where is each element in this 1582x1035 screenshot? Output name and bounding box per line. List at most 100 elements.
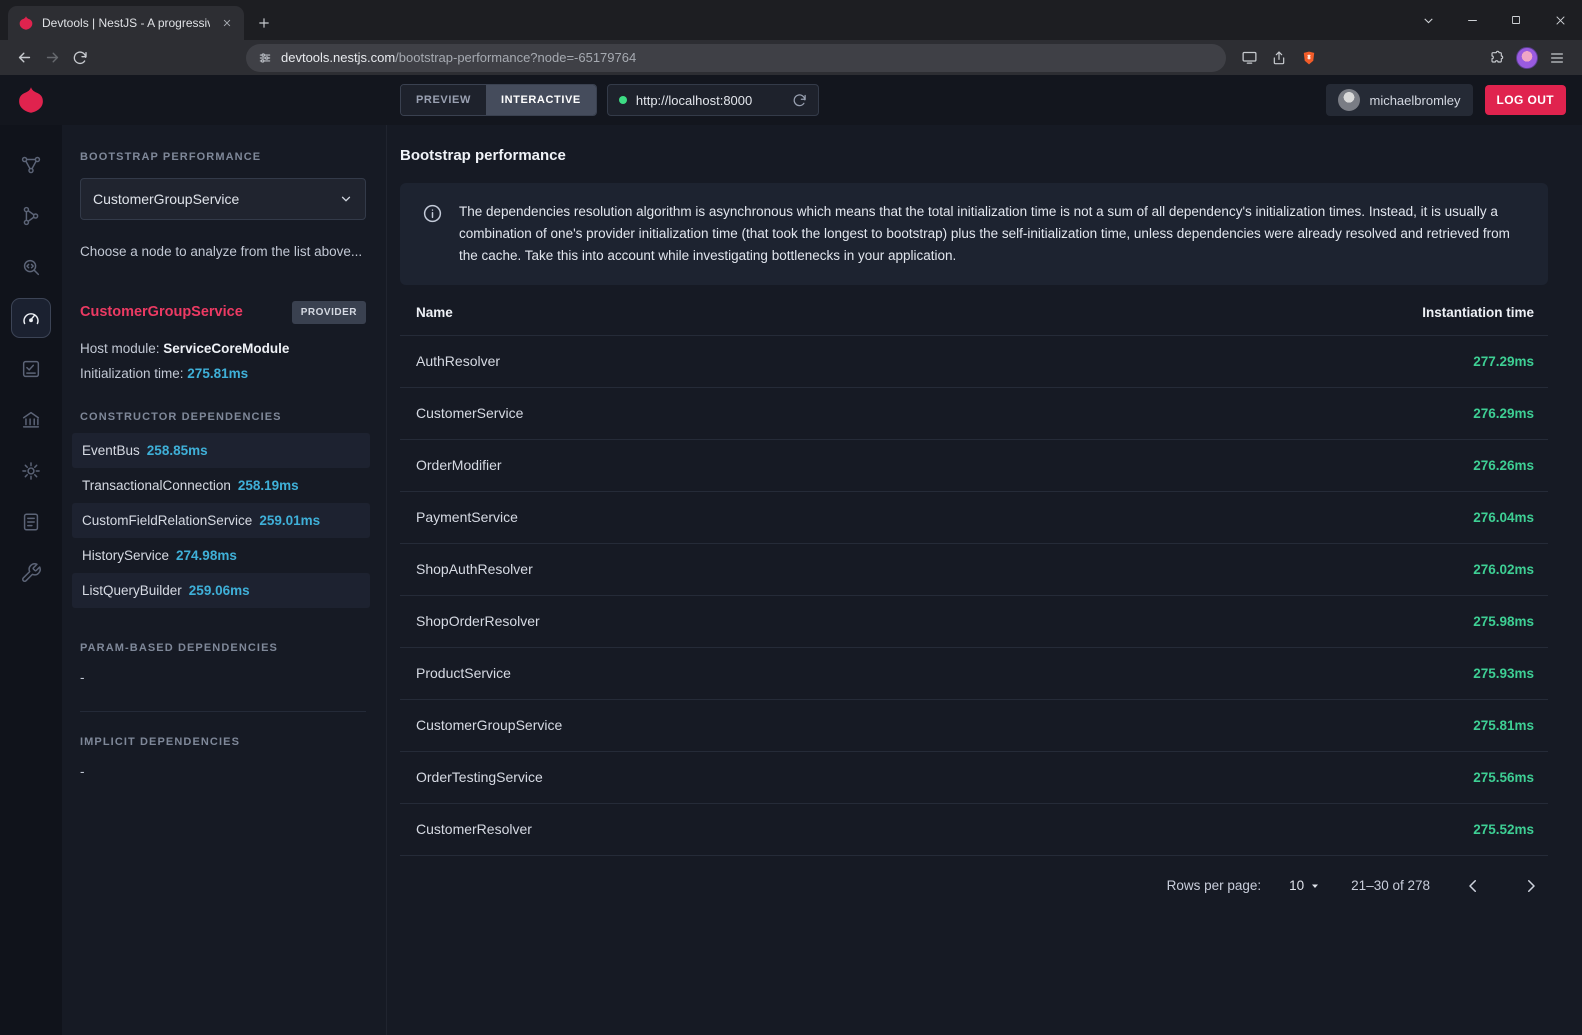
row-name: ProductService (416, 665, 511, 681)
user-chip[interactable]: michaelbromley (1326, 84, 1472, 116)
dependency-time: 258.85ms (147, 443, 208, 458)
preview-tab[interactable]: PREVIEW (401, 85, 486, 115)
sidebar-item-tools[interactable] (11, 553, 51, 593)
table-header: Name Instantiation time (400, 285, 1548, 336)
minimize-button[interactable] (1450, 0, 1494, 40)
sidebar-item-checklist[interactable] (11, 349, 51, 389)
table-row[interactable]: ProductService 275.93ms (400, 648, 1548, 700)
init-time-label: Initialization time: (80, 366, 187, 381)
refresh-target-icon[interactable] (792, 93, 807, 108)
new-tab-button[interactable] (250, 9, 278, 37)
previous-page-button[interactable] (1460, 873, 1486, 899)
dependency-item[interactable]: ListQueryBuilder 259.06ms (72, 573, 370, 608)
rows-per-page-select[interactable]: 10 (1289, 878, 1321, 893)
table-row[interactable]: ShopOrderResolver 275.98ms (400, 596, 1548, 648)
node-hint: Choose a node to analyze from the list a… (80, 241, 366, 263)
sidebar-item-graph[interactable] (11, 145, 51, 185)
nestjs-logo[interactable] (0, 85, 62, 115)
row-time: 275.98ms (1473, 614, 1534, 629)
mode-controls: PREVIEW INTERACTIVE http://localhost:800… (400, 84, 819, 116)
url-text: devtools.nestjs.com/bootstrap-performanc… (281, 50, 636, 65)
nav-rail (0, 125, 62, 1035)
app-header: PREVIEW INTERACTIVE http://localhost:800… (0, 75, 1582, 125)
reading-mode-icon[interactable] (1234, 44, 1264, 72)
table-body: AuthResolver 277.29ms CustomerService 27… (400, 336, 1548, 856)
interactive-tab[interactable]: INTERACTIVE (486, 85, 596, 115)
username: michaelbromley (1369, 93, 1460, 108)
table-row[interactable]: PaymentService 276.04ms (400, 492, 1548, 544)
row-time: 276.26ms (1473, 458, 1534, 473)
row-time: 276.02ms (1473, 562, 1534, 577)
brave-shield-icon[interactable] (1294, 44, 1324, 72)
share-icon[interactable] (1264, 44, 1294, 72)
close-window-button[interactable] (1538, 0, 1582, 40)
dependency-item[interactable]: HistoryService 274.98ms (72, 538, 370, 573)
table-row[interactable]: CustomerService 276.29ms (400, 388, 1548, 440)
profile-avatar[interactable] (1512, 44, 1542, 72)
table-row[interactable]: OrderTestingService 275.56ms (400, 752, 1548, 804)
dependency-item[interactable]: CustomFieldRelationService 259.01ms (72, 503, 370, 538)
app-body: BOOTSTRAP PERFORMANCE CustomerGroupServi… (0, 125, 1582, 1035)
browser-toolbar: devtools.nestjs.com/bootstrap-performanc… (0, 40, 1582, 75)
table-row[interactable]: AuthResolver 277.29ms (400, 336, 1548, 388)
mode-toggle: PREVIEW INTERACTIVE (400, 84, 597, 116)
dependency-item[interactable]: TransactionalConnection 258.19ms (72, 468, 370, 503)
browser-window: Devtools | NestJS - A progressive... (0, 0, 1582, 1035)
back-button[interactable] (10, 44, 38, 72)
chevron-down-icon (339, 192, 353, 206)
sidebar-item-code-search[interactable] (11, 247, 51, 287)
dependency-time: 274.98ms (176, 548, 237, 563)
main-content: Bootstrap performance The dependencies r… (387, 125, 1582, 1035)
page-title: Bootstrap performance (400, 147, 1548, 164)
tab-search-icon[interactable] (1406, 0, 1450, 40)
info-banner: The dependencies resolution algorithm is… (400, 183, 1548, 285)
row-name: AuthResolver (416, 353, 500, 369)
table-row[interactable]: CustomerResolver 275.52ms (400, 804, 1548, 856)
dependency-name: TransactionalConnection (82, 478, 231, 493)
table-row[interactable]: OrderModifier 276.26ms (400, 440, 1548, 492)
url-domain: devtools.nestjs.com (281, 50, 395, 65)
table-row[interactable]: ShopAuthResolver 276.02ms (400, 544, 1548, 596)
dependency-item[interactable]: EventBus 258.85ms (72, 433, 370, 468)
panel-title: BOOTSTRAP PERFORMANCE (80, 151, 366, 163)
sidebar-item-docs[interactable] (11, 502, 51, 542)
param-deps-title: PARAM-BASED DEPENDENCIES (80, 642, 366, 654)
extensions-icon[interactable] (1482, 44, 1512, 72)
row-name: ShopAuthResolver (416, 561, 533, 577)
row-name: ShopOrderResolver (416, 613, 540, 629)
browser-menu-icon[interactable] (1542, 44, 1572, 72)
rows-per-page-label: Rows per page: (1167, 878, 1262, 893)
sidebar-item-routes[interactable] (11, 196, 51, 236)
row-name: OrderModifier (416, 457, 502, 473)
browser-tab[interactable]: Devtools | NestJS - A progressive... (8, 6, 244, 40)
time-column-header: Instantiation time (1422, 305, 1534, 320)
row-name: CustomerResolver (416, 821, 532, 837)
reload-button[interactable] (66, 44, 94, 72)
row-time: 276.29ms (1473, 406, 1534, 421)
site-info-icon[interactable] (258, 51, 272, 65)
sidebar-item-settings[interactable] (11, 451, 51, 491)
constructor-dependency-list: EventBus 258.85ms TransactionalConnectio… (72, 433, 370, 608)
init-time-value: 275.81ms (187, 366, 248, 381)
instantiation-table: Name Instantiation time AuthResolver 277… (400, 285, 1548, 856)
target-url: http://localhost:8000 (636, 93, 783, 108)
nestjs-favicon (18, 15, 34, 31)
tab-close-icon[interactable] (218, 14, 236, 32)
constructor-deps-title: CONSTRUCTOR DEPENDENCIES (80, 411, 366, 423)
maximize-button[interactable] (1494, 0, 1538, 40)
address-bar[interactable]: devtools.nestjs.com/bootstrap-performanc… (246, 44, 1226, 72)
page-range: 21–30 of 278 (1351, 878, 1430, 893)
dependency-name: CustomFieldRelationService (82, 513, 252, 528)
implicit-deps-title: IMPLICIT DEPENDENCIES (80, 736, 366, 748)
next-page-button[interactable] (1518, 873, 1544, 899)
sidebar-item-modules[interactable] (11, 400, 51, 440)
node-select[interactable]: CustomerGroupService (80, 178, 366, 220)
table-row[interactable]: CustomerGroupService 275.81ms (400, 700, 1548, 752)
forward-button[interactable] (38, 44, 66, 72)
window-controls (1406, 0, 1582, 40)
row-name: CustomerGroupService (416, 717, 562, 733)
logout-button[interactable]: LOG OUT (1485, 85, 1566, 115)
dependency-name: HistoryService (82, 548, 169, 563)
target-url-box[interactable]: http://localhost:8000 (607, 84, 819, 116)
sidebar-item-performance[interactable] (11, 298, 51, 338)
